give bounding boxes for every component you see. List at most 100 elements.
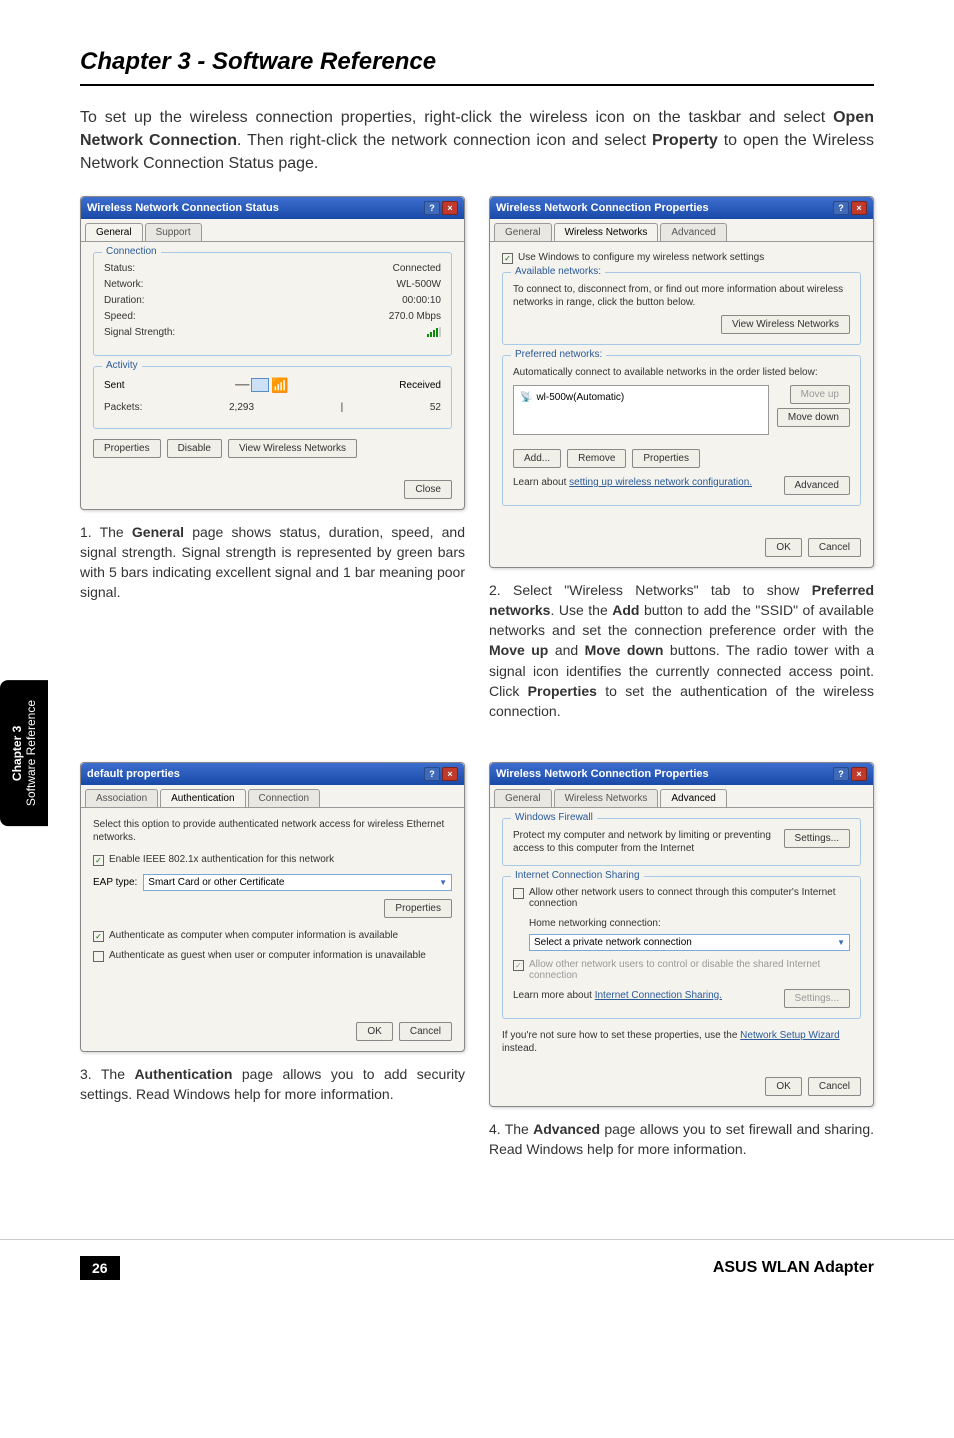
- disable-button[interactable]: Disable: [167, 439, 222, 458]
- tabs: General Wireless Networks Advanced: [490, 785, 873, 807]
- cancel-button[interactable]: Cancel: [808, 538, 861, 557]
- packets-received: 52: [430, 402, 441, 413]
- auth-guest-label: Authenticate as guest when user or compu…: [109, 950, 426, 961]
- view-networks-button[interactable]: View Wireless Networks: [228, 439, 357, 458]
- chevron-down-icon: ▼: [837, 938, 845, 947]
- dialog-title: default properties: [87, 768, 180, 780]
- ok-button[interactable]: OK: [356, 1022, 392, 1041]
- tab-general[interactable]: General: [85, 223, 143, 241]
- preferred-listbox[interactable]: 📡 wl-500w(Automatic): [513, 385, 769, 435]
- status-value: Connected: [393, 263, 441, 274]
- auth-computer-label: Authenticate as computer when computer i…: [109, 930, 398, 941]
- tab-support[interactable]: Support: [145, 223, 202, 241]
- eap-select[interactable]: Smart Card or other Certificate ▼: [143, 874, 452, 891]
- use-windows-checkbox[interactable]: ✓: [502, 253, 513, 264]
- dialog-advanced: Wireless Network Connection Properties ?…: [489, 762, 874, 1107]
- view-wireless-button[interactable]: View Wireless Networks: [721, 315, 850, 334]
- dialog-title: Wireless Network Connection Properties: [496, 768, 709, 780]
- auth-guest-checkbox[interactable]: [93, 951, 104, 962]
- tab-connection[interactable]: Connection: [248, 789, 321, 807]
- caption-4: 4. The Advanced page allows you to set f…: [489, 1119, 874, 1160]
- allow-control-checkbox[interactable]: ✓: [513, 960, 524, 971]
- learn-text: Learn about setting up wireless network …: [513, 476, 752, 489]
- properties-button[interactable]: Properties: [632, 449, 700, 468]
- monitor-icon: [251, 378, 269, 392]
- help-icon[interactable]: ?: [833, 201, 849, 215]
- titlebar: default properties ? ×: [81, 763, 464, 785]
- dialog-title: Wireless Network Connection Properties: [496, 202, 709, 214]
- auth-computer-checkbox[interactable]: ✓: [93, 931, 104, 942]
- duration-value: 00:00:10: [402, 295, 441, 306]
- available-text: To connect to, disconnect from, or find …: [513, 283, 850, 309]
- advanced-button[interactable]: Advanced: [784, 476, 850, 495]
- properties-button[interactable]: Properties: [384, 899, 452, 918]
- tower-icon: 📶: [271, 377, 288, 394]
- group-activity: Activity Sent ── 📶 Received Packets:2,29…: [93, 366, 452, 429]
- remove-button[interactable]: Remove: [567, 449, 626, 468]
- cancel-button[interactable]: Cancel: [808, 1077, 861, 1096]
- eap-label: EAP type:: [93, 877, 137, 888]
- wizard-link[interactable]: Network Setup Wizard: [740, 1030, 839, 1041]
- received-label: Received: [399, 380, 441, 391]
- page-number: 26: [80, 1256, 120, 1280]
- packets-label: Packets:: [104, 402, 142, 413]
- tab-general[interactable]: General: [494, 789, 552, 807]
- properties-button[interactable]: Properties: [93, 439, 161, 458]
- wizard-text: If you're not sure how to set these prop…: [502, 1029, 861, 1055]
- signal-strength-icon: [427, 327, 441, 340]
- caption-3: 3. The Authentication page allows you to…: [80, 1064, 465, 1105]
- tab-wireless-networks[interactable]: Wireless Networks: [554, 789, 659, 807]
- ics-learn-text: Learn more about Internet Connection Sha…: [513, 989, 722, 1002]
- dialog-title: Wireless Network Connection Status: [87, 202, 279, 214]
- add-button[interactable]: Add...: [513, 449, 561, 468]
- home-value: Select a private network connection: [534, 937, 692, 948]
- group-preferred: Preferred networks: Automatically connec…: [502, 355, 861, 506]
- help-icon[interactable]: ?: [424, 201, 440, 215]
- cancel-button[interactable]: Cancel: [399, 1022, 452, 1041]
- caption-1: 1. The General page shows status, durati…: [80, 522, 465, 603]
- move-down-button[interactable]: Move down: [777, 408, 850, 427]
- use-windows-label: Use Windows to configure my wireless net…: [518, 252, 764, 263]
- close-icon[interactable]: ×: [442, 767, 458, 781]
- tab-wireless-networks[interactable]: Wireless Networks: [554, 223, 659, 241]
- tab-authentication[interactable]: Authentication: [160, 789, 245, 807]
- home-connection-select[interactable]: Select a private network connection ▼: [529, 934, 850, 951]
- ok-button[interactable]: OK: [765, 538, 801, 557]
- titlebar: Wireless Network Connection Properties ?…: [490, 197, 873, 219]
- close-icon[interactable]: ×: [851, 201, 867, 215]
- page-footer: 26 ASUS WLAN Adapter: [0, 1239, 954, 1296]
- tab-advanced[interactable]: Advanced: [660, 789, 726, 807]
- network-value: WL-500W: [397, 279, 441, 290]
- speed-value: 270.0 Mbps: [389, 311, 441, 322]
- group-label: Available networks:: [511, 266, 605, 277]
- caption-2: 2. Select "Wireless Networks" tab to sho…: [489, 580, 874, 722]
- activity-icon: ── 📶: [235, 377, 289, 394]
- allow-connect-checkbox[interactable]: [513, 888, 524, 899]
- group-label: Connection: [102, 246, 161, 257]
- preferred-text: Automatically connect to available netwo…: [513, 366, 850, 379]
- group-available: Available networks: To connect to, disco…: [502, 272, 861, 345]
- move-up-button[interactable]: Move up: [790, 385, 850, 404]
- ics-settings-button[interactable]: Settings...: [784, 989, 850, 1008]
- tabs: General Support: [81, 219, 464, 241]
- enable-8021x-checkbox[interactable]: ✓: [93, 855, 104, 866]
- firewall-text: Protect my computer and network by limit…: [513, 829, 776, 855]
- group-label: Windows Firewall: [511, 812, 597, 823]
- firewall-settings-button[interactable]: Settings...: [784, 829, 850, 848]
- tab-advanced[interactable]: Advanced: [660, 223, 726, 241]
- dialog-authentication: default properties ? × Association Authe…: [80, 762, 465, 1052]
- speed-label: Speed:: [104, 311, 136, 322]
- product-name: ASUS WLAN Adapter: [713, 1259, 874, 1277]
- help-icon[interactable]: ?: [424, 767, 440, 781]
- close-button[interactable]: Close: [404, 480, 452, 499]
- learn-link[interactable]: setting up wireless network configuratio…: [569, 477, 752, 488]
- list-item[interactable]: 📡 wl-500w(Automatic): [518, 390, 764, 405]
- tab-general[interactable]: General: [494, 223, 552, 241]
- help-icon[interactable]: ?: [833, 767, 849, 781]
- ok-button[interactable]: OK: [765, 1077, 801, 1096]
- ics-learn-link[interactable]: Internet Connection Sharing.: [595, 990, 722, 1001]
- group-label: Activity: [102, 360, 142, 371]
- tab-association[interactable]: Association: [85, 789, 158, 807]
- close-icon[interactable]: ×: [851, 767, 867, 781]
- close-icon[interactable]: ×: [442, 201, 458, 215]
